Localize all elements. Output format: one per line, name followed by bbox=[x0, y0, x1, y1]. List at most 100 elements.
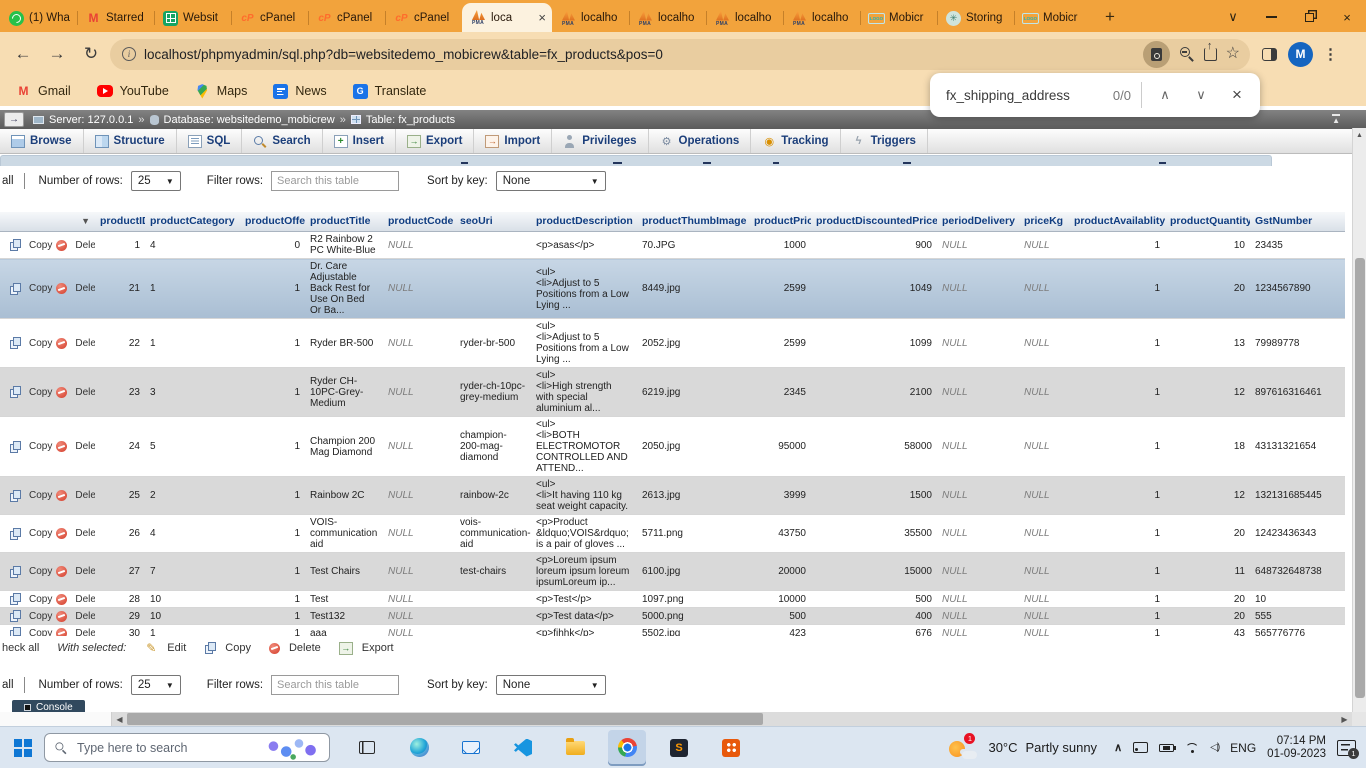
row-delete-link[interactable]: Delete bbox=[56, 628, 95, 637]
check-all-clipped-label[interactable]: all bbox=[0, 679, 24, 691]
window-minimize-button[interactable] bbox=[1252, 2, 1290, 32]
volume-icon[interactable] bbox=[1210, 742, 1219, 753]
nav-panel-toggle[interactable]: → bbox=[4, 112, 24, 127]
bookmark-item[interactable]: Gmail bbox=[16, 84, 71, 99]
row-copy-link[interactable]: Copy bbox=[9, 610, 52, 622]
find-query-input[interactable]: fx_shipping_address bbox=[946, 88, 1103, 103]
side-panel-icon[interactable] bbox=[1254, 39, 1284, 69]
column-header-productThumbImage[interactable]: productThumbImage bbox=[637, 212, 749, 232]
column-header-GstNumber[interactable]: GstNumber bbox=[1250, 212, 1345, 232]
weather-icon[interactable]: 1 bbox=[949, 736, 977, 760]
pma-tab-browse[interactable]: Browse bbox=[0, 129, 84, 153]
sort-by-key-select[interactable]: None▼ bbox=[496, 675, 606, 695]
row-delete-link[interactable]: Delete bbox=[56, 611, 95, 622]
notification-icon[interactable]: 1 bbox=[1337, 740, 1356, 756]
cast-icon[interactable] bbox=[1133, 742, 1148, 753]
pma-tab-triggers[interactable]: Triggers bbox=[841, 129, 928, 153]
column-header-productPrice[interactable]: productPrice bbox=[749, 212, 811, 232]
site-info-icon[interactable]: i bbox=[122, 47, 136, 61]
window-restore-button[interactable] bbox=[1290, 2, 1328, 32]
with-selected-export-button[interactable]: Export bbox=[339, 642, 394, 655]
row-delete-link[interactable]: Delete bbox=[56, 441, 95, 452]
browser-tab[interactable]: localho bbox=[706, 4, 783, 32]
column-header-productTitle[interactable]: productTitle bbox=[305, 212, 383, 232]
clock[interactable]: 07:14 PM 01-09-2023 bbox=[1267, 735, 1326, 761]
edge-taskbar-button[interactable] bbox=[400, 730, 438, 766]
pma-tab-operations[interactable]: Operations bbox=[649, 129, 752, 153]
column-header-productCategory[interactable]: productCategory bbox=[145, 212, 240, 232]
breadcrumb-server[interactable]: Server: 127.0.0.1 bbox=[49, 114, 133, 126]
row-copy-link[interactable]: Copy bbox=[9, 441, 52, 453]
check-all-label[interactable]: heck all bbox=[2, 642, 39, 654]
battery-icon[interactable] bbox=[1159, 744, 1174, 752]
new-tab-button[interactable]: + bbox=[1097, 4, 1123, 30]
row-delete-link[interactable]: Delete bbox=[56, 240, 95, 251]
taskbar-search-input[interactable] bbox=[77, 741, 255, 755]
scroll-right-icon[interactable]: ▶ bbox=[1337, 712, 1352, 726]
num-rows-select[interactable]: 25▼ bbox=[131, 675, 181, 695]
filter-rows-input[interactable] bbox=[271, 675, 399, 695]
row-delete-link[interactable]: Delete bbox=[56, 566, 95, 577]
share-icon[interactable] bbox=[1204, 48, 1217, 61]
bookmark-item[interactable]: YouTube bbox=[97, 84, 169, 98]
zoom-out-icon[interactable] bbox=[1179, 46, 1195, 62]
forward-icon[interactable]: → bbox=[42, 39, 72, 69]
taskbar-search[interactable] bbox=[44, 733, 330, 762]
with-selected-copy-button[interactable]: Copy bbox=[204, 642, 251, 655]
row-delete-link[interactable]: Delete bbox=[56, 338, 95, 349]
browser-tab[interactable]: Storing bbox=[937, 4, 1014, 32]
wifi-icon[interactable] bbox=[1185, 743, 1199, 753]
row-delete-link[interactable]: Delete bbox=[56, 490, 95, 501]
address-bar[interactable]: i localhost/phpmyadmin/sql.php?db=websit… bbox=[110, 39, 1250, 70]
row-copy-link[interactable]: Copy bbox=[9, 337, 52, 349]
find-close-icon[interactable]: × bbox=[1224, 85, 1250, 105]
back-icon[interactable]: ← bbox=[8, 39, 38, 69]
row-delete-link[interactable]: Delete bbox=[56, 387, 95, 398]
pma-tab-sql[interactable]: SQL bbox=[177, 129, 243, 153]
with-selected-delete-button[interactable]: Delete bbox=[269, 642, 321, 655]
browser-tab[interactable]: Starred bbox=[77, 4, 154, 32]
column-header-productCode[interactable]: productCode bbox=[383, 212, 455, 232]
browser-tab[interactable]: localho bbox=[629, 4, 706, 32]
row-copy-link[interactable]: Copy bbox=[9, 490, 52, 502]
window-close-button[interactable]: × bbox=[1328, 2, 1366, 32]
weather-temp[interactable]: 30°C bbox=[988, 740, 1017, 755]
filter-rows-input[interactable] bbox=[271, 171, 399, 191]
row-copy-link[interactable]: Copy bbox=[9, 386, 52, 398]
column-header-productDiscountedPrice[interactable]: productDiscountedPrice bbox=[811, 212, 937, 232]
bookmark-star-icon[interactable]: ☆ bbox=[1226, 46, 1240, 62]
browser-menu-icon[interactable]: ⋮ bbox=[1317, 45, 1344, 63]
browser-tab[interactable]: cPanel bbox=[231, 4, 308, 32]
column-header-periodDelivery[interactable]: periodDelivery bbox=[937, 212, 1019, 232]
column-header-productDescription[interactable]: productDescription bbox=[531, 212, 637, 232]
browser-tab[interactable]: localho bbox=[783, 4, 860, 32]
pma-tab-tracking[interactable]: Tracking bbox=[751, 129, 840, 153]
scroll-up-icon[interactable]: ▲ bbox=[1353, 128, 1366, 142]
pma-tab-import[interactable]: Import bbox=[474, 129, 552, 153]
horizontal-scroll-track[interactable] bbox=[763, 712, 1337, 726]
scroll-to-top-icon[interactable]: ▲ bbox=[1332, 114, 1362, 125]
row-delete-link[interactable]: Delete bbox=[56, 594, 95, 605]
pma-tab-search[interactable]: Search bbox=[242, 129, 322, 153]
browser-tab[interactable]: loca× bbox=[462, 3, 552, 32]
chrome-taskbar-button[interactable] bbox=[608, 730, 646, 766]
browser-tab[interactable]: cPanel bbox=[308, 4, 385, 32]
tab-close-icon[interactable]: × bbox=[538, 10, 546, 25]
taskview-taskbar-button[interactable] bbox=[348, 730, 386, 766]
check-all-clipped-label[interactable]: all bbox=[0, 175, 24, 187]
browser-tab[interactable]: Mobicr bbox=[860, 4, 937, 32]
browser-tab[interactable]: cPanel bbox=[385, 4, 462, 32]
row-copy-link[interactable]: Copy bbox=[9, 239, 52, 251]
num-rows-select[interactable]: 25▼ bbox=[131, 171, 181, 191]
find-in-page-icon[interactable] bbox=[1143, 41, 1170, 68]
pma-tab-privileges[interactable]: Privileges bbox=[552, 129, 648, 153]
pma-tab-insert[interactable]: Insert bbox=[323, 129, 396, 153]
pma-tab-export[interactable]: Export bbox=[396, 129, 474, 153]
column-header-productID[interactable]: productID bbox=[95, 212, 145, 232]
column-header-productAvailablity[interactable]: productAvailablity bbox=[1069, 212, 1165, 232]
breadcrumb-table[interactable]: Table: fx_products bbox=[366, 114, 455, 126]
find-next-icon[interactable]: ∨ bbox=[1188, 87, 1214, 103]
url-text[interactable]: localhost/phpmyadmin/sql.php?db=websited… bbox=[144, 47, 1135, 62]
find-previous-icon[interactable]: ∧ bbox=[1152, 87, 1178, 103]
row-copy-link[interactable]: Copy bbox=[9, 627, 52, 636]
